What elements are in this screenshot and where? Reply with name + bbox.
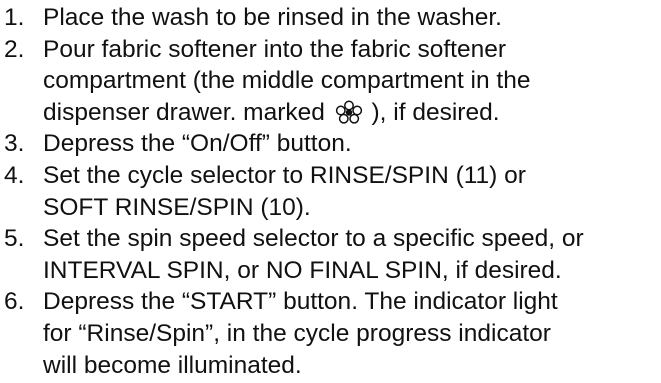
step-6: 6. Depress the “START” button. The indic… xyxy=(0,286,661,381)
step-text: compartment (the middle compartment in t… xyxy=(43,67,531,95)
step-text: SOFT RINSE/SPIN (10). xyxy=(43,193,311,221)
step-number: 2. xyxy=(4,35,25,63)
step-text: will become illuminated. xyxy=(43,351,302,379)
step-number: 6. xyxy=(4,288,25,316)
step-2: 2. Pour fabric softener into the fabric … xyxy=(0,34,661,129)
step-text: INTERVAL SPIN, or NO FINAL SPIN, if desi… xyxy=(43,256,562,284)
step-text: Place the wash to be rinsed in the washe… xyxy=(43,4,502,31)
step-3: 3. Depress the “On/Off” button. xyxy=(0,128,661,160)
step-text: for “Rinse/Spin”, in the cycle progress … xyxy=(43,319,551,347)
step-text: Depress the “START” button. The indicato… xyxy=(43,288,558,316)
step-1: 1. Place the wash to be rinsed in the wa… xyxy=(0,2,661,34)
step-4: 4. Set the cycle selector to RINSE/SPIN … xyxy=(0,160,661,223)
step-text: ), if desired. xyxy=(371,98,500,126)
step-text: Depress the “On/Off” button. xyxy=(43,130,352,158)
flower-softener-icon xyxy=(335,100,362,124)
step-5: 5. Set the spin speed selector to a spec… xyxy=(0,223,661,286)
step-text: Set the cycle selector to RINSE/SPIN (11… xyxy=(43,161,526,189)
rinse-spin-instructions: 1. Place the wash to be rinsed in the wa… xyxy=(0,2,661,381)
step-number: 1. xyxy=(4,4,25,31)
step-text-with-icon: dispenser drawer. marked ), if desired. xyxy=(43,97,661,129)
step-text: dispenser drawer. marked xyxy=(43,98,325,126)
step-text: Set the spin speed selector to a specifi… xyxy=(43,225,584,253)
step-number: 4. xyxy=(4,161,25,189)
manual-page: 1. Place the wash to be rinsed in the wa… xyxy=(0,0,661,383)
step-text: Pour fabric softener into the fabric sof… xyxy=(43,35,507,63)
step-number: 5. xyxy=(4,225,25,253)
step-number: 3. xyxy=(4,130,25,158)
